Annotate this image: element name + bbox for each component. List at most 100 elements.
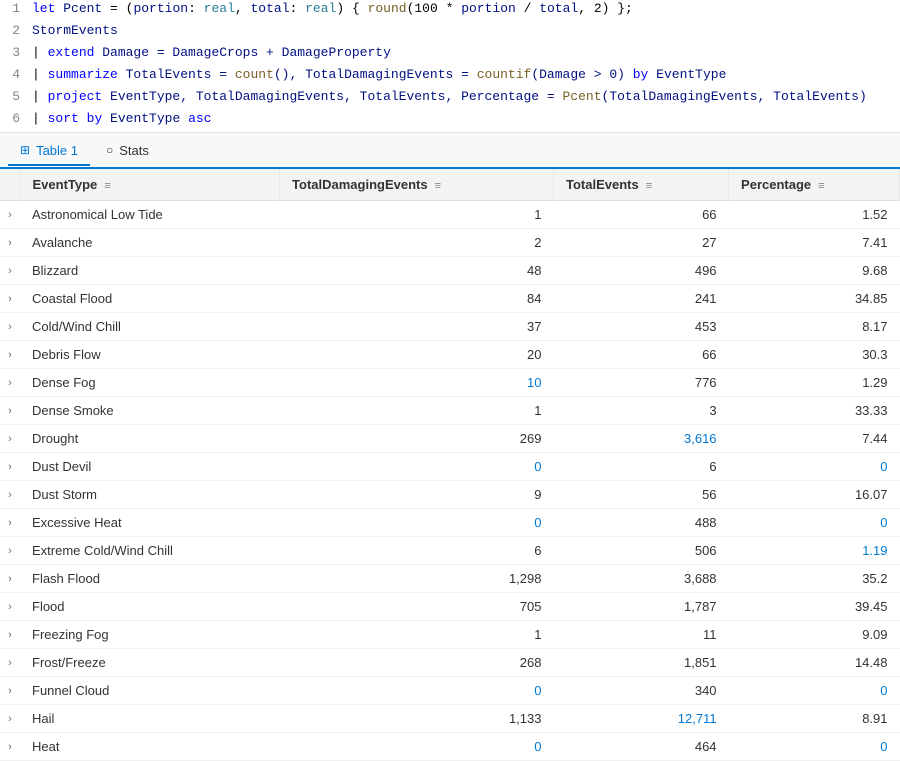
total-damaging-cell: 0 [280, 733, 554, 761]
line-number: 5 [0, 89, 32, 104]
event-type-cell: Heat [20, 733, 280, 761]
percentage-cell: 7.41 [729, 229, 900, 257]
total-damaging-cell: 0 [280, 677, 554, 705]
table-row: ›Funnel Cloud03400 [0, 677, 900, 705]
percentage-cell: 0 [729, 509, 900, 537]
table-row: ›Flood7051,78739.45 [0, 593, 900, 621]
total-damaging-cell: 1,133 [280, 705, 554, 733]
total-events-cell: 776 [554, 369, 729, 397]
event-type-cell: Excessive Heat [20, 509, 280, 537]
expand-button[interactable]: › [0, 681, 20, 701]
col-header-percentage[interactable]: Percentage ≡ [729, 169, 900, 201]
expand-col-header [0, 169, 20, 201]
event-type-cell: Frost/Freeze [20, 649, 280, 677]
expand-button[interactable]: › [0, 541, 20, 561]
expand-button[interactable]: › [0, 401, 20, 421]
total-events-cell: 27 [554, 229, 729, 257]
table-row: ›Coastal Flood8424134.85 [0, 285, 900, 313]
total-events-cell: 1,851 [554, 649, 729, 677]
line-number: 2 [0, 23, 32, 38]
col-header-totaldamagingevents[interactable]: TotalDamagingEvents ≡ [280, 169, 554, 201]
table-row: ›Astronomical Low Tide1661.52 [0, 201, 900, 229]
expand-button[interactable]: › [0, 485, 20, 505]
percentage-cell: 8.17 [729, 313, 900, 341]
line-content: StormEvents [32, 23, 900, 38]
expand-button[interactable]: › [0, 737, 20, 757]
percentage-cell: 14.48 [729, 649, 900, 677]
tabs-bar: ⊞Table 1○Stats [0, 133, 900, 169]
total-damaging-cell: 268 [280, 649, 554, 677]
event-type-cell: Debris Flow [20, 341, 280, 369]
code-line-1: 1let Pcent = (portion: real, total: real… [0, 0, 900, 22]
expand-button[interactable]: › [0, 653, 20, 673]
total-events-cell: 6 [554, 453, 729, 481]
percentage-cell: 0 [729, 677, 900, 705]
expand-button[interactable]: › [0, 345, 20, 365]
sort-icon: ≡ [432, 180, 441, 192]
expand-button[interactable]: › [0, 261, 20, 281]
total-events-cell: 11 [554, 621, 729, 649]
total-events-cell: 3 [554, 397, 729, 425]
sort-icon: ≡ [815, 180, 824, 192]
percentage-cell: 39.45 [729, 593, 900, 621]
total-events-cell: 488 [554, 509, 729, 537]
table-row: ›Extreme Cold/Wind Chill65061.19 [0, 537, 900, 565]
expand-button[interactable]: › [0, 429, 20, 449]
table-row: ›Frost/Freeze2681,85114.48 [0, 649, 900, 677]
event-type-cell: Avalanche [20, 229, 280, 257]
total-damaging-cell: 37 [280, 313, 554, 341]
col-header-eventtype[interactable]: EventType ≡ [20, 169, 280, 201]
expand-button[interactable]: › [0, 233, 20, 253]
line-number: 3 [0, 45, 32, 60]
percentage-cell: 8.91 [729, 705, 900, 733]
expand-button[interactable]: › [0, 625, 20, 645]
total-damaging-cell: 9 [280, 481, 554, 509]
sort-icon: ≡ [101, 180, 110, 192]
line-number: 6 [0, 111, 32, 126]
expand-button[interactable]: › [0, 597, 20, 617]
table-row: ›Cold/Wind Chill374538.17 [0, 313, 900, 341]
total-damaging-cell: 1 [280, 397, 554, 425]
tab-table-1[interactable]: ⊞Table 1 [8, 137, 90, 166]
table-row: ›Blizzard484969.68 [0, 257, 900, 285]
line-content: | extend Damage = DamageCrops + DamagePr… [32, 45, 900, 60]
line-content: | project EventType, TotalDamagingEvents… [32, 89, 900, 104]
line-content: | sort by EventType asc [32, 111, 900, 126]
tab-label: Table 1 [36, 143, 78, 158]
expand-button[interactable]: › [0, 317, 20, 337]
expand-button[interactable]: › [0, 373, 20, 393]
event-type-cell: Dust Storm [20, 481, 280, 509]
event-type-cell: Drought [20, 425, 280, 453]
total-events-cell: 464 [554, 733, 729, 761]
code-line-6: 6| sort by EventType asc [0, 110, 900, 132]
total-events-cell: 12,711 [554, 705, 729, 733]
line-number: 4 [0, 67, 32, 82]
expand-button[interactable]: › [0, 289, 20, 309]
expand-button[interactable]: › [0, 513, 20, 533]
expand-button[interactable]: › [0, 569, 20, 589]
code-line-2: 2StormEvents [0, 22, 900, 44]
line-content: let Pcent = (portion: real, total: real)… [32, 1, 900, 16]
col-header-totalevents[interactable]: TotalEvents ≡ [554, 169, 729, 201]
table-row: ›Freezing Fog1119.09 [0, 621, 900, 649]
table-row: ›Avalanche2277.41 [0, 229, 900, 257]
table-body: ›Astronomical Low Tide1661.52›Avalanche2… [0, 201, 900, 761]
total-events-cell: 453 [554, 313, 729, 341]
table-row: ›Dust Devil060 [0, 453, 900, 481]
table-row: ›Flash Flood1,2983,68835.2 [0, 565, 900, 593]
total-events-cell: 506 [554, 537, 729, 565]
code-editor: 1let Pcent = (portion: real, total: real… [0, 0, 900, 133]
expand-button[interactable]: › [0, 457, 20, 477]
event-type-cell: Astronomical Low Tide [20, 201, 280, 229]
event-type-cell: Blizzard [20, 257, 280, 285]
total-events-cell: 241 [554, 285, 729, 313]
percentage-cell: 1.29 [729, 369, 900, 397]
tab-stats[interactable]: ○Stats [94, 137, 161, 166]
code-line-4: 4| summarize TotalEvents = count(), Tota… [0, 66, 900, 88]
expand-button[interactable]: › [0, 205, 20, 225]
event-type-cell: Dense Fog [20, 369, 280, 397]
table-row: ›Debris Flow206630.3 [0, 341, 900, 369]
expand-button[interactable]: › [0, 709, 20, 729]
event-type-cell: Cold/Wind Chill [20, 313, 280, 341]
stats-icon: ○ [106, 143, 113, 157]
